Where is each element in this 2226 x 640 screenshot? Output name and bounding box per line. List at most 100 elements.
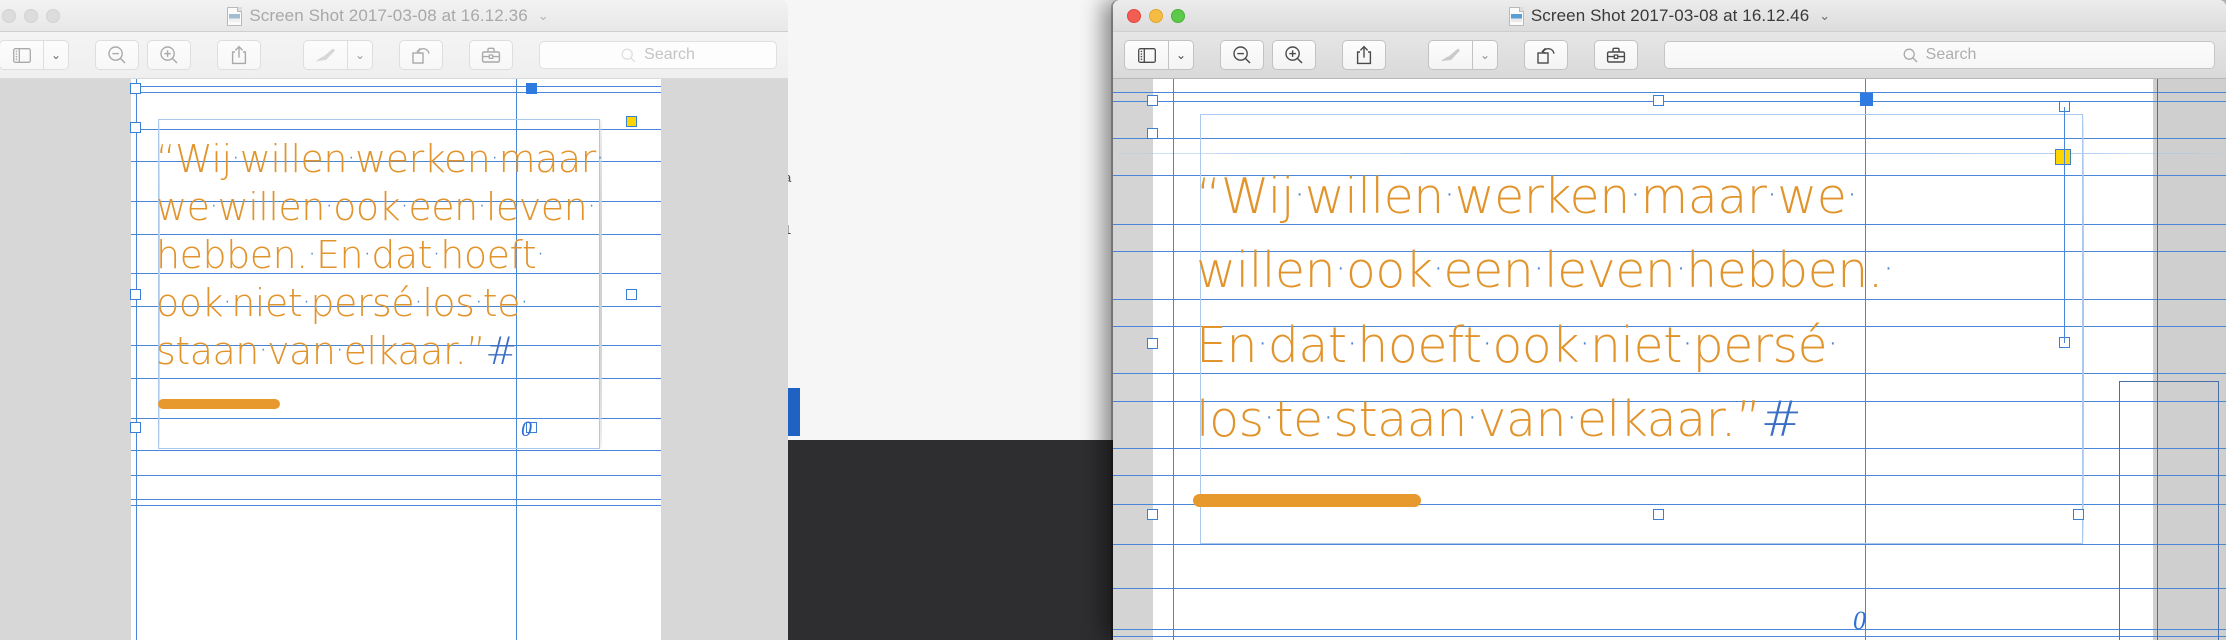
doc-line[interactable]: willen·ook·een·leven·hebben.· (1196, 242, 1894, 299)
rotate-button[interactable] (399, 40, 443, 70)
zoom-in-icon (160, 46, 178, 64)
space-marker: · (1335, 248, 1346, 290)
space-marker: · (474, 287, 483, 319)
orange-highlight-bar[interactable] (1193, 494, 1421, 507)
search-field-left[interactable]: Search (539, 41, 777, 69)
secondary-frame-outline[interactable] (2119, 381, 2219, 640)
space-marker: · (1533, 248, 1544, 290)
space-marker: · (324, 191, 334, 223)
document-canvas-right[interactable]: “Wij·willen·werken·maar·we· willen·ook·e… (1113, 79, 2226, 640)
space-marker: · (414, 287, 423, 319)
titlebar-right[interactable]: Screen Shot 2017-03-08 at 16.12.46 ⌄ (1113, 0, 2226, 32)
share-button[interactable] (1342, 40, 1386, 70)
space-marker: · (432, 239, 441, 271)
titlebar-left[interactable]: Screen Shot 2017-03-08 at 16.12.36 ⌄ (0, 0, 788, 32)
markup-group[interactable]: ⌄ (1428, 40, 1498, 70)
sidebar-options-button[interactable]: ⌄ (43, 40, 69, 70)
selection-handle-left[interactable] (130, 289, 141, 300)
markup-options-button[interactable]: ⌄ (347, 40, 373, 70)
chevron-down-icon[interactable]: ⌄ (538, 8, 549, 24)
toolbar-right[interactable]: ⌄ ⌄ Search (1113, 32, 2226, 79)
chevron-down-icon: ⌄ (1175, 48, 1187, 62)
sidebar-options-button[interactable]: ⌄ (1168, 40, 1194, 70)
share-button[interactable] (217, 40, 261, 70)
sidebar-button[interactable] (1124, 40, 1168, 70)
doc-line[interactable]: we·willen·ook·een·leven· (156, 185, 596, 229)
window-title-text: Screen Shot 2017-03-08 at 16.12.36 (249, 6, 528, 25)
window-left[interactable]: Screen Shot 2017-03-08 at 16.12.36 ⌄ ⌄ ⌄… (0, 0, 788, 640)
search-field-right[interactable]: Search (1664, 41, 2215, 69)
rotate-left-icon (412, 47, 430, 64)
guide-horizontal (1113, 636, 2226, 637)
selection-handle-top-right-filled[interactable] (1860, 93, 1873, 106)
zoom-out-icon (108, 46, 126, 64)
window-right[interactable]: Screen Shot 2017-03-08 at 16.12.46 ⌄ ⌄ ⌄… (1113, 0, 2226, 640)
space-marker: · (1294, 174, 1305, 216)
doc-line[interactable]: los·te·staan·van·elkaar.”# (1196, 391, 1802, 448)
page-number: 0 (1853, 606, 1866, 635)
toolbox-icon (1606, 47, 1626, 63)
markup-button[interactable] (303, 40, 347, 70)
guide-horizontal (1113, 588, 2226, 589)
selection-handle-top-left[interactable] (130, 83, 141, 94)
markup-options-button[interactable]: ⌄ (1472, 40, 1498, 70)
space-marker: · (1481, 323, 1493, 365)
window-title-right: Screen Shot 2017-03-08 at 16.12.46 ⌄ (1113, 0, 2226, 32)
selection-handle-bottom-right[interactable] (2073, 509, 2084, 520)
guide-horizontal (1113, 629, 2226, 630)
selection-handle-top-middle[interactable] (526, 83, 537, 94)
space-marker: · (1846, 174, 1858, 216)
selection-handle-mid-left[interactable] (130, 122, 141, 133)
doc-line[interactable]: ook·niet·persé·los·te· (156, 281, 529, 325)
pasteboard-right (661, 79, 788, 640)
sidebar-toggle-group[interactable]: ⌄ (0, 40, 69, 70)
space-marker: · (307, 239, 317, 271)
selection-handle-bottom-middle[interactable] (1653, 509, 1664, 520)
sidebar-icon (1137, 47, 1156, 63)
toolbox-button[interactable] (1594, 40, 1638, 70)
toolbox-button[interactable] (469, 40, 513, 70)
doc-line[interactable]: “Wij·willen·werken·maar· (156, 137, 605, 181)
search-icon (1903, 48, 1918, 62)
markup-pen-icon (316, 48, 335, 62)
space-marker: · (335, 335, 344, 367)
zoom-out-button[interactable] (1220, 40, 1264, 70)
space-marker: · (258, 335, 268, 367)
space-marker: · (519, 287, 529, 319)
markup-group[interactable]: ⌄ (303, 40, 373, 70)
zoom-in-icon (1285, 46, 1303, 64)
space-marker: · (477, 191, 487, 223)
zoom-in-button[interactable] (147, 40, 191, 70)
selection-handle-top-middle[interactable] (1653, 95, 1664, 106)
doc-line[interactable]: staan·van·elkaar.”# (156, 329, 517, 373)
sidebar-toggle-group[interactable]: ⌄ (1124, 40, 1194, 70)
orange-highlight-bar[interactable] (158, 399, 280, 409)
rotate-button[interactable] (1524, 40, 1568, 70)
selection-handle-bottom-left[interactable] (130, 422, 141, 433)
toolbar-left[interactable]: ⌄ ⌄ Search (0, 32, 788, 79)
space-marker: · (231, 143, 241, 175)
chevron-down-icon[interactable]: ⌄ (1819, 8, 1830, 24)
markup-button[interactable] (1428, 40, 1472, 70)
rotate-left-icon (1537, 47, 1555, 64)
selection-handle-bottom-left[interactable] (1147, 509, 1158, 520)
screenshot-stage: a 1 Screen Shot 2017-03-08 at 16.12.36 ⌄ (0, 0, 2226, 640)
zoom-out-button[interactable] (95, 40, 139, 70)
doc-line[interactable]: hebben.·En·dat·hoeft· (156, 233, 545, 277)
selection-handle-top-left[interactable] (1147, 95, 1158, 106)
space-marker: · (346, 143, 356, 175)
document-canvas-left[interactable]: “Wij·willen·werken·maar· we·willen·ook·e… (0, 79, 788, 640)
sidebar-button[interactable] (0, 40, 43, 70)
selection-handle-mid-left[interactable] (1147, 128, 1158, 139)
selection-handle-left[interactable] (1147, 338, 1158, 349)
zoom-in-button[interactable] (1272, 40, 1316, 70)
selection-handle-corner-yellow[interactable] (626, 116, 637, 127)
doc-line[interactable]: “Wij·willen·werken·maar·we· (1196, 168, 1858, 225)
space-marker: · (1443, 174, 1455, 216)
guide-vertical-connector (2064, 107, 2065, 343)
selection-handle-right[interactable] (626, 289, 637, 300)
selection-handle-corner-yellow[interactable] (2055, 149, 2071, 165)
space-marker: · (1432, 248, 1444, 290)
doc-line[interactable]: En·dat·hoeft·ook·niet·persé· (1196, 317, 1838, 374)
search-placeholder: Search (644, 46, 695, 63)
